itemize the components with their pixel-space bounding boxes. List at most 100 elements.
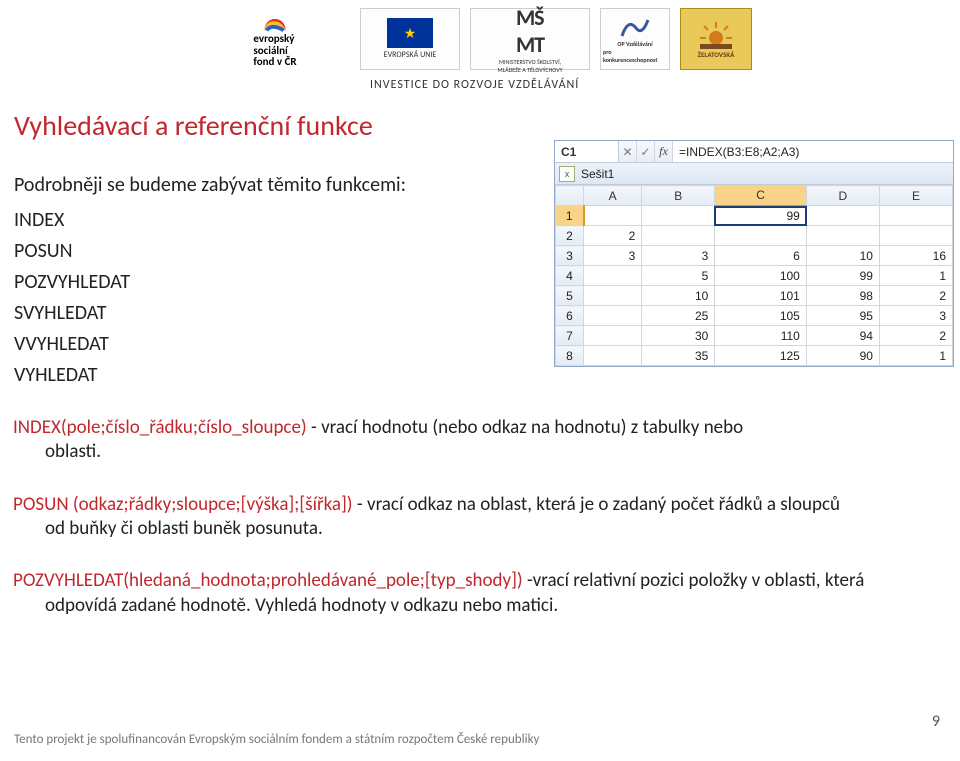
cell[interactable]: 10 <box>642 286 715 306</box>
opvk-logo: OP Vzdělávání pro konkurenceschopnost <box>600 8 670 70</box>
def-sig: INDEX(pole;číslo_řádku;číslo_sloupce) <box>13 416 307 439</box>
formula-bar: C1 ✕ ✓ fx =INDEX(B3:E8;A2;A3) <box>555 141 953 163</box>
def-posun: POSUN (odkaz;řádky;sloupce;[výška];[šířk… <box>13 493 943 542</box>
cell[interactable]: 1 <box>879 346 952 366</box>
cell[interactable]: 95 <box>806 306 879 326</box>
spreadsheet-grid[interactable]: ABCDE 1992233361016451009915101019826251… <box>555 185 953 366</box>
cell[interactable] <box>879 206 952 226</box>
column-header[interactable]: D <box>806 186 879 206</box>
cell[interactable]: 105 <box>715 306 807 326</box>
sponsor-logos: evropský sociální fond v ČR ★ EVROPSKÁ U… <box>200 8 752 70</box>
cell[interactable]: 2 <box>584 226 642 246</box>
cell[interactable]: 16 <box>879 246 952 266</box>
def-cont: odpovídá zadané hodnotě. Vyhledá hodnoty… <box>45 594 558 617</box>
cell[interactable]: 100 <box>715 266 807 286</box>
cell[interactable]: 25 <box>642 306 715 326</box>
cell[interactable]: 110 <box>715 326 807 346</box>
opvk-line1: OP Vzdělávání <box>617 40 652 48</box>
row-header[interactable]: 5 <box>556 286 584 306</box>
cell[interactable]: 30 <box>642 326 715 346</box>
intro-lead: Podrobněji se budeme zabývat těmito funk… <box>14 170 406 201</box>
cell[interactable]: 10 <box>806 246 879 266</box>
formula-input[interactable]: =INDEX(B3:E8;A2;A3) <box>673 141 953 162</box>
cell[interactable] <box>806 206 879 226</box>
msmt-line1: MINISTERSTVO ŠKOLSTVÍ, <box>499 58 561 66</box>
cell[interactable]: 99 <box>806 266 879 286</box>
spreadsheet-inset: C1 ✕ ✓ fx =INDEX(B3:E8;A2;A3) x Sešit1 A… <box>554 140 954 367</box>
cell[interactable] <box>806 226 879 246</box>
msmt-line2: MLÁDEŽE A TĚLOVÝCHOVY <box>497 66 562 74</box>
cell[interactable] <box>584 206 642 226</box>
cell[interactable] <box>642 206 715 226</box>
row-header[interactable]: 4 <box>556 266 584 286</box>
cell[interactable]: 2 <box>879 326 952 346</box>
row-header[interactable]: 6 <box>556 306 584 326</box>
cell[interactable]: 98 <box>806 286 879 306</box>
fx-icon[interactable]: fx <box>655 141 673 162</box>
esf-logo: evropský sociální fond v ČR <box>200 8 350 70</box>
func-item: VVYHLEDAT <box>14 329 406 360</box>
cell[interactable]: 2 <box>879 286 952 306</box>
def-desc: -vrací relativní pozici položky v oblast… <box>523 569 865 592</box>
workbook-tab[interactable]: Sešit1 <box>581 167 614 181</box>
esf-line3: fond v ČR <box>253 56 296 68</box>
enter-icon[interactable]: ✓ <box>637 141 655 162</box>
workbook-tab-row: x Sešit1 <box>555 163 953 185</box>
cell[interactable]: 125 <box>715 346 807 366</box>
column-header[interactable]: E <box>879 186 952 206</box>
cell[interactable]: 3 <box>879 306 952 326</box>
row-header[interactable]: 3 <box>556 246 584 266</box>
cell[interactable]: 35 <box>642 346 715 366</box>
def-cont: oblasti. <box>45 440 101 463</box>
name-box[interactable]: C1 <box>555 141 619 162</box>
func-item: SVYHLEDAT <box>14 298 406 329</box>
cell[interactable] <box>879 226 952 246</box>
cell[interactable]: 99 <box>715 206 807 226</box>
cell[interactable]: 5 <box>642 266 715 286</box>
footer-text: Tento projekt je spolufinancován Evropsk… <box>14 732 539 747</box>
page-title: Vyhledávací a referenční funkce <box>14 108 373 143</box>
cell[interactable]: 1 <box>879 266 952 286</box>
def-pozvyhledat: POZVYHLEDAT(hledaná_hodnota;prohledávané… <box>13 569 943 618</box>
row-header[interactable]: 8 <box>556 346 584 366</box>
cell[interactable] <box>584 346 642 366</box>
cell[interactable] <box>584 326 642 346</box>
column-header[interactable]: B <box>642 186 715 206</box>
cell[interactable]: 101 <box>715 286 807 306</box>
row-header[interactable]: 7 <box>556 326 584 346</box>
cell[interactable]: 94 <box>806 326 879 346</box>
def-index: INDEX(pole;číslo_řádku;číslo_sloupce) - … <box>13 416 943 465</box>
cell[interactable] <box>715 226 807 246</box>
column-header[interactable]: A <box>584 186 642 206</box>
column-header[interactable]: C <box>715 186 807 206</box>
investice-tagline: INVESTICE DO ROZVOJE VZDĚLÁVÁNÍ <box>370 78 579 92</box>
row-header[interactable]: 2 <box>556 226 584 246</box>
cell[interactable] <box>642 226 715 246</box>
select-all-corner[interactable] <box>556 186 584 206</box>
function-list: INDEX POSUN POZVYHLEDAT SVYHLEDAT VVYHLE… <box>14 205 406 391</box>
cell[interactable]: 90 <box>806 346 879 366</box>
cell[interactable] <box>584 306 642 326</box>
cancel-icon[interactable]: ✕ <box>619 141 637 162</box>
page-number: 9 <box>932 712 940 731</box>
sun-icon <box>696 20 736 50</box>
opvk-icon <box>618 14 652 40</box>
def-cont: od buňky či oblasti buněk posunuta. <box>45 517 323 540</box>
workbook-icon: x <box>559 166 575 182</box>
eu-logo: ★ EVROPSKÁ UNIE <box>360 8 460 70</box>
cell[interactable] <box>584 286 642 306</box>
intro-block: Podrobněji se budeme zabývat těmito funk… <box>14 170 406 391</box>
func-item: INDEX <box>14 205 406 236</box>
cell[interactable]: 3 <box>584 246 642 266</box>
cell[interactable]: 6 <box>715 246 807 266</box>
def-desc: - vrací odkaz na oblast, která je o zada… <box>353 493 840 516</box>
def-desc: - vrací hodnotu (nebo odkaz na hodnotu) … <box>307 416 743 439</box>
def-sig: POSUN (odkaz;řádky;sloupce;[výška];[šířk… <box>13 493 353 516</box>
cell[interactable]: 3 <box>642 246 715 266</box>
zel-label: ŽELATOVSKÁ <box>698 50 735 59</box>
row-header[interactable]: 1 <box>556 206 584 226</box>
cell[interactable] <box>584 266 642 286</box>
opvk-line2: pro konkurenceschopnost <box>603 48 667 64</box>
msmt-logo: MŠMT MINISTERSTVO ŠKOLSTVÍ, MLÁDEŽE A TĚ… <box>470 8 590 70</box>
def-sig: POZVYHLEDAT(hledaná_hodnota;prohledávané… <box>13 569 523 592</box>
